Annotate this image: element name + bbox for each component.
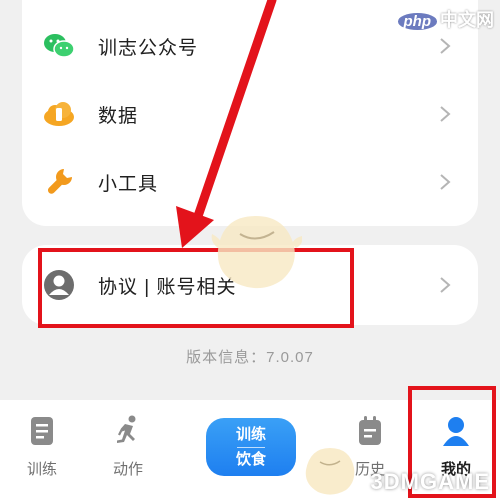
php-cn-watermark: php 中文网 <box>397 6 494 32</box>
calendar-icon <box>359 416 381 445</box>
data-cloud-icon <box>44 102 74 126</box>
tab-label: 动作 <box>112 461 143 478</box>
center-training-diet-button[interactable]: 训练 饮食 <box>206 418 296 476</box>
version-info: 版本信息：7.0.07 <box>186 349 314 366</box>
tab-exercises[interactable]: 动作 <box>88 400 168 501</box>
tab-label: 训练 <box>26 461 57 478</box>
tab-training[interactable]: 训练 <box>2 400 82 501</box>
center-button-line1: 训练 <box>235 425 266 443</box>
clipboard-icon <box>31 417 53 445</box>
wechat-icon <box>44 34 75 58</box>
chevron-right-icon <box>440 38 451 54</box>
menu-card: 训志公众号 数据 小工具 <box>22 0 478 226</box>
running-icon <box>117 415 136 443</box>
person-icon <box>443 417 469 446</box>
mascot-watermark-icon <box>211 216 302 289</box>
chevron-right-icon <box>440 277 451 293</box>
php-logo-badge: php <box>397 13 437 30</box>
center-button-line2: 饮食 <box>235 450 266 468</box>
menu-item-label: 数据 <box>98 105 139 127</box>
avatar-icon <box>44 270 74 300</box>
center-button-divider <box>237 446 265 448</box>
menu-item-tools[interactable]: 小工具 <box>22 148 478 216</box>
php-logo-suffix: 中文网 <box>440 10 494 30</box>
chevron-right-icon <box>440 106 451 122</box>
3dmgame-watermark: 3DMGAME <box>370 469 490 494</box>
menu-item-label: 训志公众号 <box>98 37 199 59</box>
chevron-right-icon <box>440 174 451 190</box>
menu-item-data[interactable]: 数据 <box>22 80 478 148</box>
wrench-icon <box>47 169 72 194</box>
menu-item-label: 小工具 <box>98 173 159 195</box>
mascot-small-watermark-icon <box>305 448 355 495</box>
